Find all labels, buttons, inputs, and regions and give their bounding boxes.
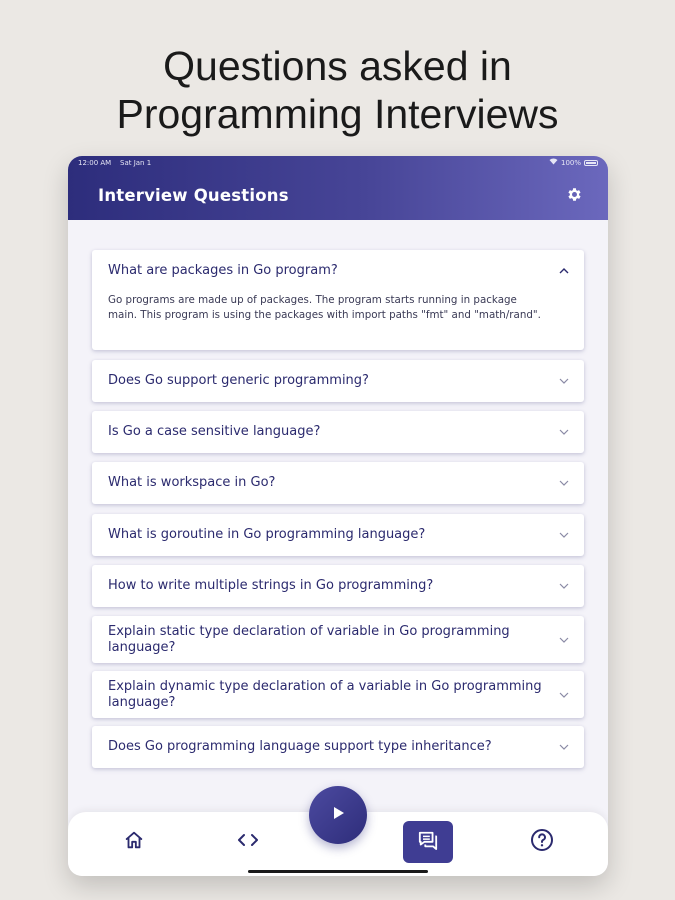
wifi-icon (549, 156, 558, 170)
question-text: Is Go a case sensitive language? (108, 424, 321, 439)
status-indicators: 100% (549, 156, 598, 170)
app-title: Interview Questions (98, 186, 289, 205)
question-card[interactable]: Explain static type declaration of varia… (92, 616, 584, 663)
status-time: 12:00 AM (78, 159, 112, 167)
question-text: What is workspace in Go? (108, 475, 276, 490)
question-text: What is goroutine in Go programming lang… (108, 527, 426, 542)
status-date: Sat Jan 1 (120, 159, 152, 167)
settings-button[interactable] (564, 186, 584, 206)
gear-icon (566, 186, 583, 207)
help-icon (530, 828, 554, 856)
chevron-down-icon[interactable] (558, 741, 570, 753)
device-screen: 12:00 AM Sat Jan 1 100% Interview Questi… (68, 156, 608, 876)
chat-icon (417, 830, 439, 854)
battery-icon (584, 160, 598, 166)
chevron-down-icon[interactable] (558, 689, 570, 701)
question-card-expanded[interactable]: What are packages in Go program? Go prog… (92, 250, 584, 350)
status-bar: 12:00 AM Sat Jan 1 100% (68, 156, 608, 170)
question-text: Explain static type declaration of varia… (108, 624, 510, 655)
play-icon (329, 804, 347, 826)
promo-headline: Questions asked in Programming Interview… (0, 42, 675, 138)
question-text: What are packages in Go program? (108, 263, 338, 278)
chevron-down-icon[interactable] (558, 580, 570, 592)
question-card[interactable]: How to write multiple strings in Go prog… (92, 565, 584, 607)
headline-line-2: Programming Interviews (116, 91, 559, 137)
question-card[interactable]: Is Go a case sensitive language? (92, 411, 584, 453)
play-button[interactable] (309, 786, 367, 844)
nav-home[interactable] (114, 822, 154, 862)
chevron-down-icon[interactable] (558, 634, 570, 646)
app-bar: 12:00 AM Sat Jan 1 100% Interview Questi… (68, 156, 608, 220)
nav-help[interactable] (522, 822, 562, 862)
chevron-up-icon[interactable] (558, 265, 570, 277)
chevron-down-icon[interactable] (558, 375, 570, 387)
home-indicator (248, 870, 428, 873)
chevron-down-icon[interactable] (558, 529, 570, 541)
question-text: Does Go programming language support typ… (108, 739, 492, 754)
question-card[interactable]: Does Go support generic programming? (92, 360, 584, 402)
home-icon (123, 829, 145, 855)
question-card[interactable]: Explain dynamic type declaration of a va… (92, 671, 584, 718)
question-text: Does Go support generic programming? (108, 373, 369, 388)
headline-line-1: Questions asked in (163, 43, 512, 89)
chevron-down-icon[interactable] (558, 426, 570, 438)
question-card[interactable]: What is goroutine in Go programming lang… (92, 514, 584, 556)
question-text: How to write multiple strings in Go prog… (108, 578, 434, 593)
nav-questions[interactable] (403, 821, 453, 863)
code-icon (236, 831, 260, 853)
question-text: Explain dynamic type declaration of a va… (108, 679, 542, 710)
question-card[interactable]: What is workspace in Go? (92, 462, 584, 504)
answer-text: Go programs are made up of packages. The… (108, 294, 541, 321)
question-card[interactable]: Does Go programming language support typ… (92, 726, 584, 768)
chevron-down-icon[interactable] (558, 477, 570, 489)
nav-code[interactable] (228, 822, 268, 862)
battery-percent: 100% (560, 159, 581, 167)
